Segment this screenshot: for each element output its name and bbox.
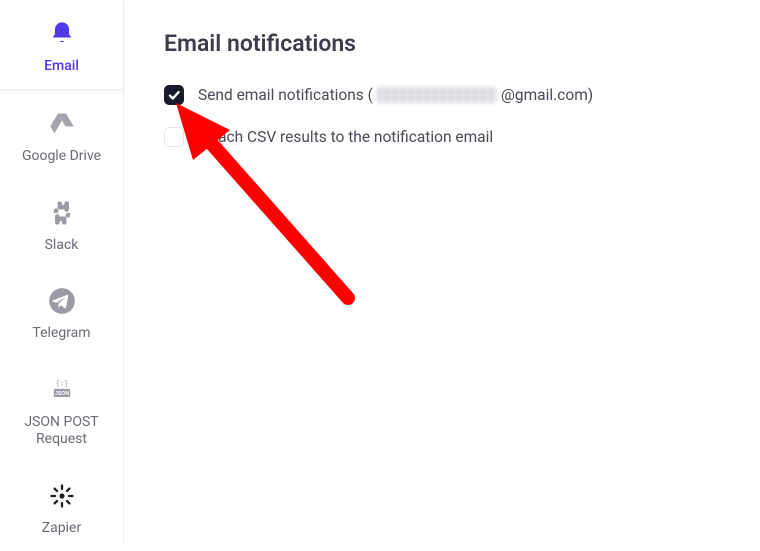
svg-text:JSON: JSON bbox=[54, 391, 69, 397]
sidebar-item-email[interactable]: Email bbox=[0, 0, 123, 90]
blurred-email-user bbox=[377, 87, 497, 103]
sidebar-label-json-post: JSON POST Request bbox=[0, 414, 123, 448]
json-icon: {:} JSON bbox=[46, 374, 78, 406]
option-label-send-email: Send email notifications ( @gmail.com) bbox=[198, 86, 593, 104]
telegram-icon bbox=[46, 285, 78, 317]
label-prefix: Send email notifications ( bbox=[198, 86, 373, 104]
sidebar-item-google-drive[interactable]: Google Drive bbox=[0, 90, 123, 179]
sidebar-item-json-post[interactable]: {:} JSON JSON POST Request bbox=[0, 356, 123, 462]
sidebar-label-slack: Slack bbox=[45, 237, 79, 254]
option-attach-csv[interactable]: Attach CSV results to the notification e… bbox=[164, 127, 720, 147]
sidebar-label-telegram: Telegram bbox=[32, 325, 90, 342]
sidebar-item-slack[interactable]: Slack bbox=[0, 179, 123, 268]
sidebar-label-google-drive: Google Drive bbox=[22, 148, 101, 165]
sidebar: Email Google Drive Slack Telegram {:} JS… bbox=[0, 0, 124, 545]
zapier-icon bbox=[46, 480, 78, 512]
checkbox-attach-csv[interactable] bbox=[164, 127, 184, 147]
option-send-email[interactable]: Send email notifications ( @gmail.com) bbox=[164, 85, 720, 105]
section-title: Email notifications bbox=[164, 30, 720, 57]
sidebar-label-email: Email bbox=[44, 58, 79, 75]
checkbox-send-email[interactable] bbox=[164, 85, 184, 105]
svg-text:{:}: {:} bbox=[55, 381, 68, 389]
google-drive-icon bbox=[46, 108, 78, 140]
sidebar-label-zapier: Zapier bbox=[42, 520, 81, 537]
bell-icon bbox=[46, 18, 78, 50]
label-suffix: @gmail.com) bbox=[501, 86, 593, 104]
option-label-attach-csv: Attach CSV results to the notification e… bbox=[198, 128, 493, 146]
main-content: Email notifications Send email notificat… bbox=[124, 0, 760, 545]
sidebar-item-telegram[interactable]: Telegram bbox=[0, 267, 123, 356]
sidebar-item-zapier[interactable]: Zapier bbox=[0, 462, 123, 551]
slack-icon bbox=[46, 197, 78, 229]
